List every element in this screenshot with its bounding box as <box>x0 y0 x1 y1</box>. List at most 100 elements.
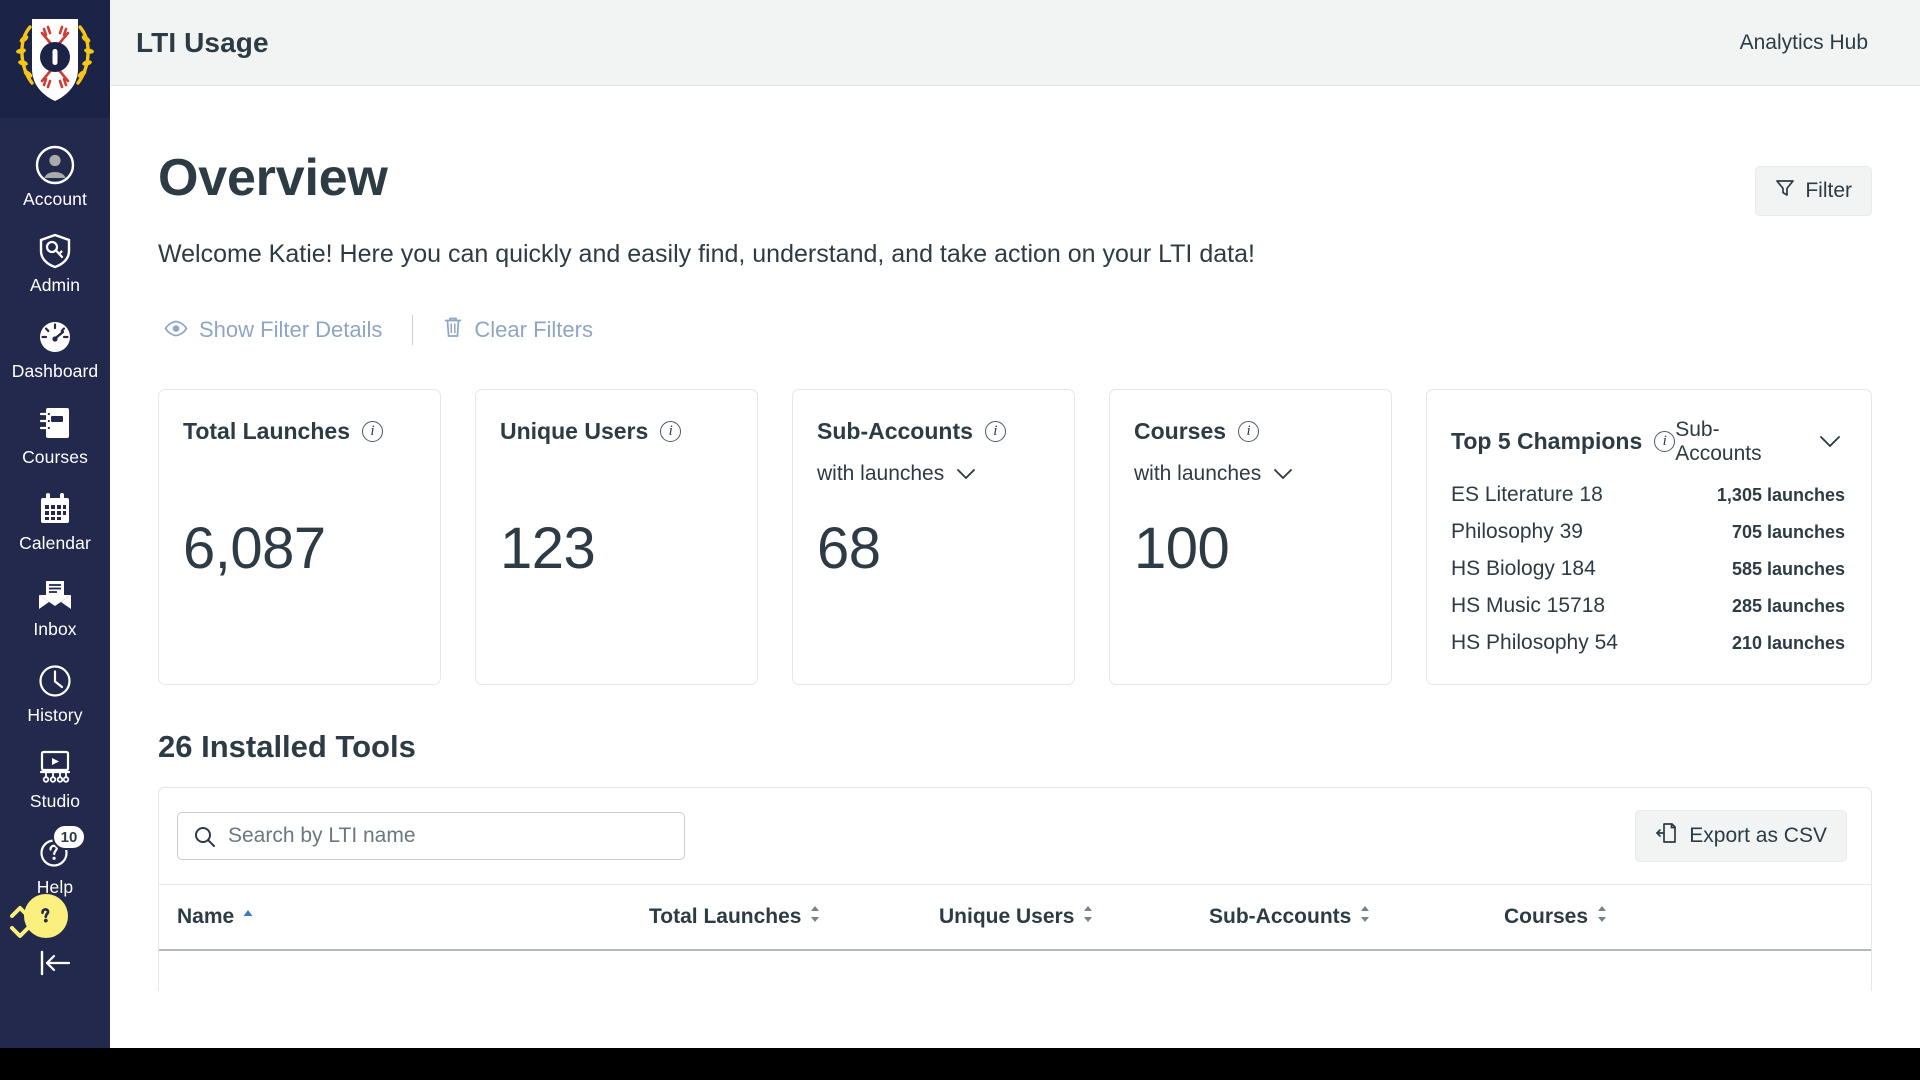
welcome-message: Welcome Katie! Here you can quickly and … <box>158 240 1255 268</box>
champions-header: Top 5 Champions i Sub-Accounts <box>1451 418 1845 466</box>
info-icon[interactable]: i <box>1238 420 1260 442</box>
list-item: ES Literature 18 1,305 launches <box>1451 477 1845 514</box>
page-content: Overview Filter Welcome Katie! Here you … <box>110 86 1920 1048</box>
sidebar-item-label: Inbox <box>33 619 77 639</box>
sidebar-item-admin[interactable]: Admin <box>0 220 110 296</box>
champions-list: ES Literature 18 1,305 launches Philosop… <box>1451 477 1845 662</box>
sidebar-item-label: Calendar <box>19 533 91 553</box>
column-header-sub-accounts[interactable]: Sub-Accounts <box>1209 905 1504 929</box>
champion-launches: 585 launches <box>1731 559 1845 579</box>
export-csv-button[interactable]: Export as CSV <box>1635 809 1847 862</box>
column-header-unique-users[interactable]: Unique Users <box>939 905 1209 929</box>
champions-scope-label: Sub-Accounts <box>1675 417 1762 465</box>
sidebar-item-history[interactable]: History <box>0 650 110 726</box>
champion-name: Philosophy 39 <box>1451 520 1583 543</box>
main-area: LTI Usage Analytics Hub Overview Filter … <box>110 0 1920 1048</box>
card-subfilter-label: with launches <box>1134 461 1262 485</box>
card-title-row: Sub-Accounts i <box>817 418 1050 445</box>
chevron-down-icon <box>1819 430 1841 454</box>
filter-funnel-icon <box>1775 178 1795 204</box>
info-icon[interactable]: i <box>1654 431 1676 452</box>
sidebar-item-account[interactable]: Account <box>0 134 110 210</box>
app-topbar: LTI Usage Analytics Hub <box>110 0 1920 86</box>
info-icon[interactable]: i <box>660 420 682 442</box>
column-label: Unique Users <box>939 904 1075 928</box>
tools-table-header: Name Total Launches Unique Users Sub-Acc… <box>159 883 1871 951</box>
analytics-hub-label[interactable]: Analytics Hub <box>1740 31 1868 55</box>
sidebar-item-help[interactable]: 10 Help <box>0 822 110 938</box>
search-input[interactable] <box>177 811 685 860</box>
school-crest-logo-icon <box>16 19 94 101</box>
sort-both-icon <box>1596 905 1608 929</box>
clear-filters-label: Clear Filters <box>474 316 593 342</box>
champion-name: HS Music 15718 <box>1451 594 1606 617</box>
list-item: Philosophy 39 705 launches <box>1451 514 1845 551</box>
chevron-down-icon <box>1273 462 1293 486</box>
column-header-total-launches[interactable]: Total Launches <box>649 905 939 929</box>
stat-card-sub-accounts: Sub-Accounts i with launches 68 <box>792 388 1075 685</box>
stat-card-row: Total Launches i 6,087 Unique Users i 12… <box>158 388 1872 685</box>
champion-name: ES Literature 18 <box>1451 483 1603 506</box>
column-header-courses[interactable]: Courses <box>1504 905 1871 929</box>
card-title: Unique Users <box>500 417 649 444</box>
champion-launches: 210 launches <box>1731 633 1845 653</box>
page-title-topbar: LTI Usage <box>136 26 269 58</box>
champion-launches: 705 launches <box>1731 522 1845 542</box>
filter-button[interactable]: Filter <box>1755 166 1872 216</box>
search-wrapper <box>177 811 685 860</box>
help-notification-badge[interactable]: 10 <box>52 824 86 850</box>
card-value: 6,087 <box>183 515 326 581</box>
page-header-row: Overview Filter <box>158 86 1872 216</box>
card-subfilter-dropdown[interactable]: with launches <box>817 462 1050 486</box>
card-title: Top 5 Champions <box>1451 428 1643 454</box>
sidebar-item-inbox[interactable]: Inbox <box>0 564 110 640</box>
export-csv-label: Export as CSV <box>1689 823 1827 847</box>
sort-both-icon <box>809 905 821 929</box>
sidebar-item-label: Account <box>23 189 87 209</box>
clear-filters-link[interactable]: Clear Filters <box>443 316 593 344</box>
info-icon[interactable]: i <box>362 420 383 442</box>
show-filter-details-link[interactable]: Show Filter Details <box>164 317 382 343</box>
stat-card-unique-users: Unique Users i 123 <box>475 388 758 685</box>
column-label: Courses <box>1504 904 1589 928</box>
champion-name: HS Philosophy 54 <box>1451 631 1618 654</box>
sidebar-item-dashboard[interactable]: Dashboard <box>0 306 110 382</box>
filter-links-row: Show Filter Details Clear Filters <box>158 314 1872 345</box>
resize-handle-icon[interactable] <box>4 900 38 949</box>
sidebar-item-label: Courses <box>22 447 88 467</box>
show-filter-details-label: Show Filter Details <box>199 316 383 342</box>
column-header-name[interactable]: Name <box>159 905 649 929</box>
champions-scope-dropdown[interactable]: Sub-Accounts <box>1675 418 1845 466</box>
stat-card-courses: Courses i with launches 100 <box>1109 388 1392 685</box>
card-value: 100 <box>1134 515 1230 581</box>
stat-card-total-launches: Total Launches i 6,087 <box>158 388 441 685</box>
notebook-icon <box>39 402 71 444</box>
sidebar-item-calendar[interactable]: Calendar <box>0 478 110 554</box>
champion-launches: 1,305 launches <box>1716 485 1845 505</box>
institution-logo[interactable] <box>0 0 110 118</box>
card-title-row: Unique Users i <box>500 418 733 445</box>
card-title-row: Courses i <box>1134 418 1367 445</box>
sidebar-item-studio[interactable]: Studio <box>0 736 110 812</box>
viewport-bottom-strip <box>0 1048 1920 1080</box>
card-subfilter-label: with launches <box>817 461 945 485</box>
filter-button-label: Filter <box>1805 179 1852 202</box>
card-subfilter-dropdown[interactable]: with launches <box>1134 462 1367 486</box>
tools-table-body <box>159 950 1871 991</box>
installed-tools-panel: Export as CSV Name Total Launches <box>158 786 1872 991</box>
list-item: HS Philosophy 54 210 launches <box>1451 625 1845 662</box>
export-file-icon <box>1655 822 1677 850</box>
sidebar-item-label: Dashboard <box>11 361 99 381</box>
champion-launches: 285 launches <box>1731 596 1845 616</box>
studio-screen-icon <box>37 746 73 788</box>
envelope-icon <box>37 574 73 616</box>
card-title: Total Launches <box>183 417 350 444</box>
sidebar-item-courses[interactable]: Courses <box>0 392 110 468</box>
filter-links-divider <box>412 314 414 345</box>
trash-icon <box>443 316 463 344</box>
tools-toolbar: Export as CSV <box>159 788 1871 884</box>
champion-name: HS Biology 184 <box>1451 557 1596 580</box>
info-icon[interactable]: i <box>984 420 1006 442</box>
sort-both-icon <box>1082 905 1094 929</box>
speedometer-icon <box>37 316 73 358</box>
